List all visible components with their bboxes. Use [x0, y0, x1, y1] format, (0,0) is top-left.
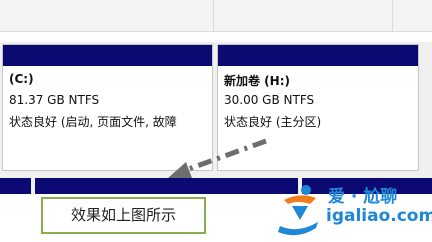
caption-box: 效果如上图所示 [41, 197, 206, 234]
watermark-url: igaliao.com [326, 206, 432, 226]
watermark-title: 爱 · 尬聊 [328, 187, 398, 207]
